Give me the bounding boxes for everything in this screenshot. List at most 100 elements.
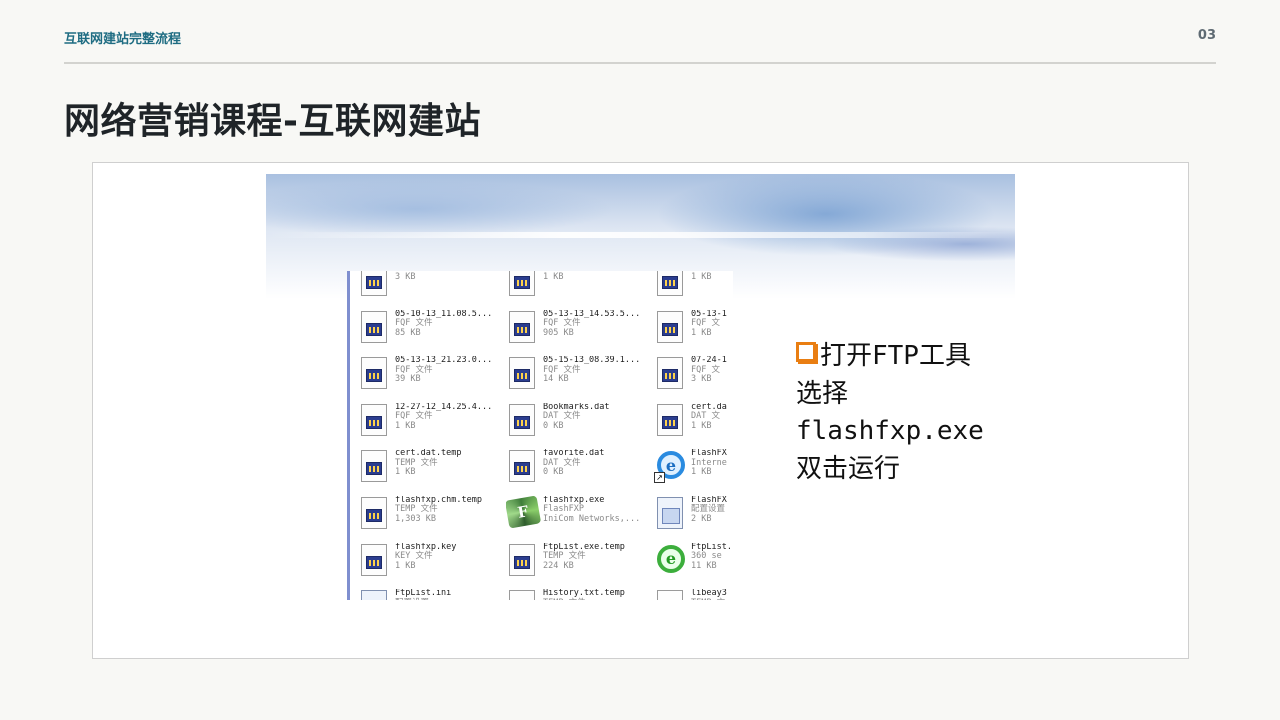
file-text: flashfxp.chm.temp TEMP 文件 1,303 KB — [395, 496, 482, 525]
fqf-doc-icon — [358, 271, 390, 297]
checkbox-bullet-icon — [796, 342, 816, 362]
file-text: cert.dat.temp TEMP 文件 1 KB — [395, 449, 462, 478]
file-item[interactable]: 05-15-13_08.39.1... FQF 文件 14 KB — [506, 356, 654, 403]
callout-line-3: flashfxp.exe — [796, 416, 984, 446]
slide-title: 网络营销课程-互联网建站 — [64, 101, 481, 142]
file-size: 224 KB — [543, 560, 574, 571]
header-divider — [64, 62, 1216, 64]
file-item[interactable]: Fflashfxp.exe FlashFXP IniCom Networks,... — [506, 495, 654, 543]
file-text: 07-24-1 FQF 文3 KB — [691, 356, 727, 385]
file-type: TEMP 文 — [691, 598, 727, 600]
file-item[interactable]: 05-13-1 FQF 文1 KB — [654, 310, 733, 357]
browser-doc-icon: e — [654, 543, 686, 577]
internet-shortcut-icon: e ↗ — [654, 449, 686, 484]
file-size: IniCom Networks,... — [543, 513, 641, 524]
file-item[interactable]: 05-13-13_14.53.5... FQF 文件 905 KB — [506, 310, 654, 357]
file-item[interactable]: 12-27-12_14.25.4... FQF 文件 1 KB — [358, 403, 506, 450]
fqf-doc-icon — [506, 356, 538, 390]
temp-doc-icon — [358, 449, 390, 483]
fqf-doc-icon — [358, 403, 390, 437]
file-text: FQF 文件1 KB — [543, 271, 580, 282]
file-size: 1 KB — [691, 420, 712, 431]
file-size: 14 KB — [543, 374, 569, 385]
file-size: 2 KB — [691, 513, 712, 524]
file-item[interactable]: e FtpList. 360 se 11 KB — [654, 543, 733, 590]
file-item[interactable]: favorite.dat DAT 文件 0 KB — [506, 449, 654, 496]
file-item[interactable]: cert.da DAT 文1 KB — [654, 403, 733, 450]
fqf-doc-icon — [654, 356, 686, 390]
fqf-doc-icon — [506, 271, 538, 297]
file-item[interactable]: Bookmarks.dat DAT 文件 0 KB — [506, 403, 654, 450]
file-type: TEMP 文件 — [543, 598, 625, 600]
page-number: 03 — [1197, 28, 1216, 43]
fqf-doc-icon — [654, 310, 686, 344]
temp-doc-icon — [654, 589, 686, 600]
file-item[interactable]: 07-24-1 FQF 文3 KB — [654, 356, 733, 403]
file-text: 05-10-13_11.08.5... FQF 文件 85 KB — [395, 310, 492, 339]
file-text: cert.da DAT 文1 KB — [691, 403, 727, 432]
config-doc-icon — [654, 496, 686, 530]
file-item[interactable]: FtpList.ini配置设置 — [358, 589, 506, 600]
file-text: FQF 文件3 KB — [395, 271, 432, 282]
file-size: 85 KB — [395, 327, 421, 338]
file-size: 11 KB — [691, 560, 717, 571]
file-text: 05-13-13_21.23.0... FQF 文件 39 KB — [395, 356, 492, 385]
file-item[interactable]: libeay3TEMP 文 — [654, 589, 733, 600]
file-size: 1 KB — [691, 271, 712, 282]
file-text: flashfxp.exe FlashFXP IniCom Networks,... — [543, 496, 640, 525]
file-explorer-screenshot: FQF 文件3 KB FQF 文件1 KB FQF 文件1 KB 05-10-13_1… — [347, 271, 733, 600]
file-item[interactable]: cert.dat.temp TEMP 文件 1 KB — [358, 449, 506, 496]
file-text: Bookmarks.dat DAT 文件 0 KB — [543, 403, 610, 432]
file-item[interactable]: 05-10-13_11.08.5... FQF 文件 85 KB — [358, 310, 506, 357]
file-text: 05-13-13_14.53.5... FQF 文件 905 KB — [543, 310, 640, 339]
dat-doc-icon — [654, 403, 686, 437]
file-size: 3 KB — [691, 374, 712, 385]
dat-doc-icon — [506, 403, 538, 437]
banner-light-streak — [266, 232, 1015, 238]
temp-doc-icon — [358, 496, 390, 530]
file-item[interactable]: 05-13-13_21.23.0... FQF 文件 39 KB — [358, 356, 506, 403]
temp-doc-icon — [506, 589, 538, 600]
section-title: 互联网建站完整流程 — [64, 32, 182, 47]
fqf-doc-icon — [654, 271, 686, 297]
file-size: 1 KB — [395, 420, 416, 431]
file-text: History.txt.tempTEMP 文件 — [543, 589, 625, 600]
file-text: flashfxp.key KEY 文件 1 KB — [395, 543, 456, 572]
file-size: 0 KB — [543, 467, 564, 478]
callout-line-4: 双击运行 — [796, 453, 901, 484]
key-doc-icon — [358, 543, 390, 577]
instruction-callout: 打开FTP工具 选择 flashfxp.exe 双击运行 — [796, 338, 1006, 488]
file-item[interactable]: flashfxp.chm.temp TEMP 文件 1,303 KB — [358, 496, 506, 543]
file-text: 05-15-13_08.39.1... FQF 文件 14 KB — [543, 356, 640, 385]
file-item[interactable]: FQF 文件1 KB — [654, 271, 733, 310]
file-text: FlashFX 配置设置 2 KB — [691, 496, 727, 525]
file-size: 3 KB — [395, 271, 416, 282]
file-text: FQF 文件1 KB — [691, 271, 728, 282]
file-item[interactable]: e ↗ FlashFX Interne 1 KB — [654, 449, 733, 496]
file-text: FtpList. 360 se 11 KB — [691, 543, 732, 572]
fqf-doc-icon — [358, 310, 390, 344]
file-text: FlashFX Interne 1 KB — [691, 449, 727, 478]
config-doc-icon — [358, 589, 390, 600]
file-text: favorite.dat DAT 文件 0 KB — [543, 449, 604, 478]
file-size: 1 KB — [691, 467, 712, 478]
fqf-doc-icon — [506, 310, 538, 344]
file-grid: FQF 文件3 KB FQF 文件1 KB FQF 文件1 KB 05-10-13_1… — [358, 271, 733, 600]
file-size: 0 KB — [543, 420, 564, 431]
file-item[interactable]: flashfxp.key KEY 文件 1 KB — [358, 543, 506, 590]
callout-line-2: 选择 — [796, 378, 849, 409]
flashfxp-app-icon: F — [506, 495, 542, 530]
file-text: FtpList.ini配置设置 — [395, 589, 451, 600]
file-size: 1 KB — [691, 327, 712, 338]
file-item[interactable]: FtpList.exe.temp TEMP 文件 224 KB — [506, 543, 654, 590]
file-size: 1,303 KB — [395, 513, 436, 524]
callout-line-1: 打开FTP工具 — [796, 338, 1006, 376]
file-text: 05-13-1 FQF 文1 KB — [691, 310, 727, 339]
file-size: 1 KB — [395, 467, 416, 478]
file-size: 1 KB — [395, 560, 416, 571]
file-item[interactable]: FQF 文件1 KB — [506, 271, 654, 310]
file-item[interactable]: FlashFX 配置设置 2 KB — [654, 496, 733, 543]
file-item[interactable]: FQF 文件3 KB — [358, 271, 506, 310]
fqf-doc-icon — [358, 356, 390, 390]
file-item[interactable]: History.txt.tempTEMP 文件 — [506, 589, 654, 600]
